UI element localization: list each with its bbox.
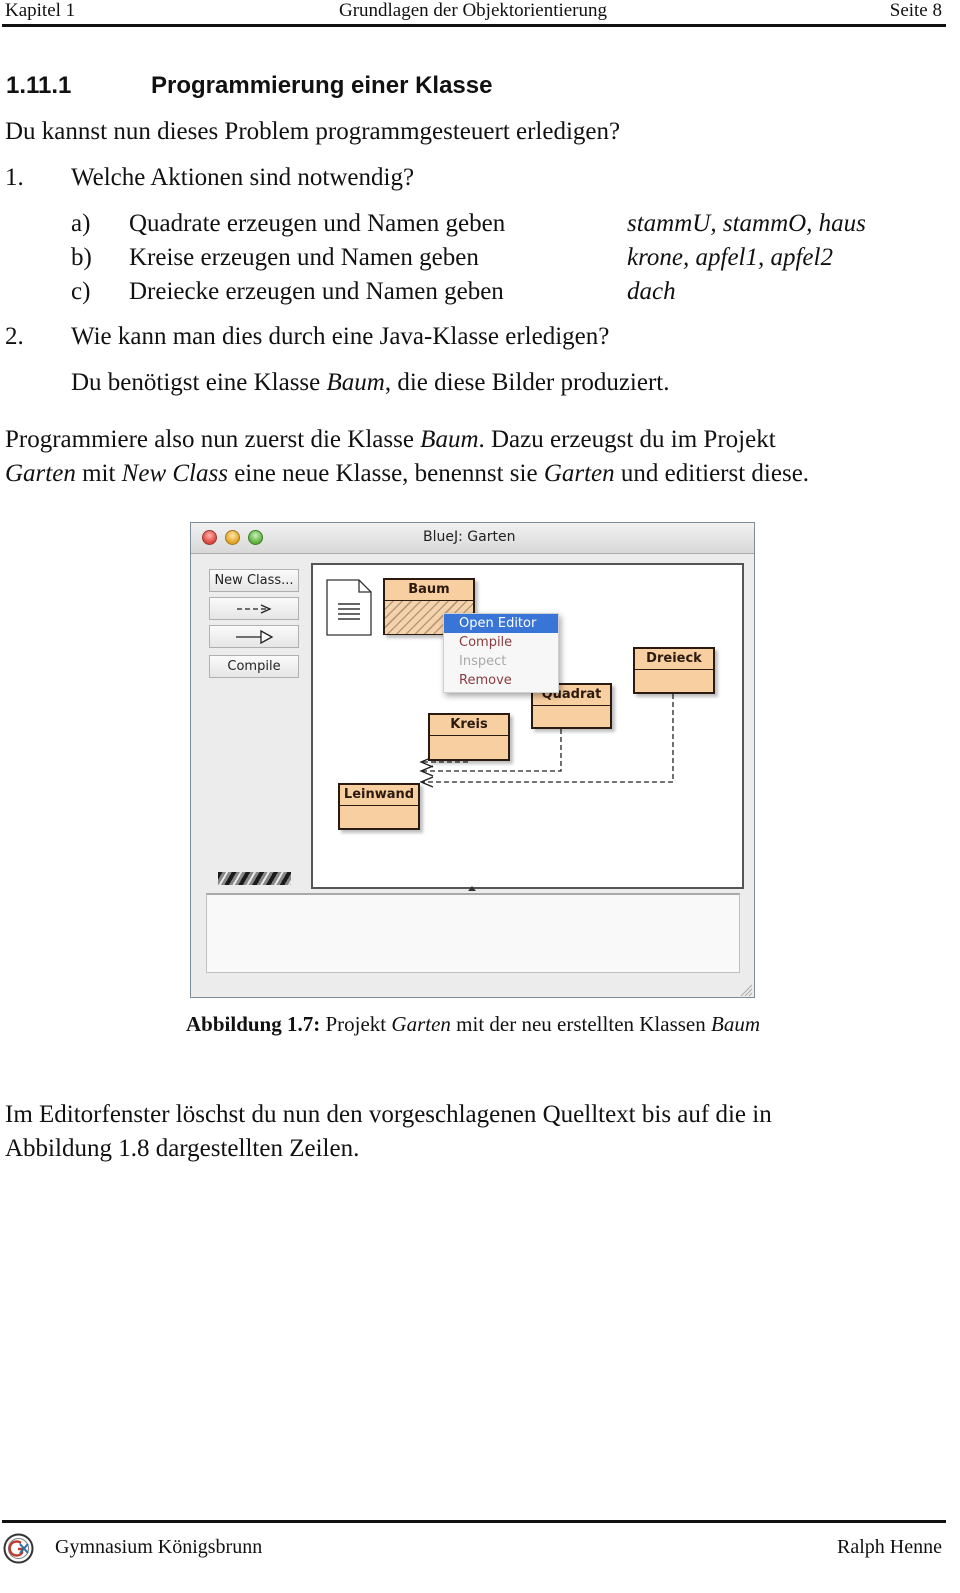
menu-item-compile[interactable]: Compile	[444, 633, 558, 652]
footer-author: Ralph Henne	[837, 1536, 942, 1558]
item-a-text: Quadrate erzeugen und Namen geben	[129, 210, 506, 237]
caption-text: Projekt	[320, 1012, 392, 1036]
menu-item-remove[interactable]: Remove	[444, 671, 558, 690]
footer-rule	[2, 1520, 946, 1523]
paragraph-1-line-1: Programmiere also nun zuerst die Klasse …	[5, 425, 776, 455]
class-kreis[interactable]: Kreis	[428, 713, 510, 761]
item-c-text: Dreiecke erzeugen und Namen geben	[129, 278, 504, 305]
class-name: Garten	[543, 460, 615, 487]
caption-class: Baum	[711, 1012, 760, 1036]
question-1-number: 1.	[5, 164, 24, 191]
question-1-text: Welche Aktionen sind notwendig?	[71, 164, 415, 191]
paragraph-2-line-1: Im Editorfenster löschst du nun den vorg…	[5, 1101, 772, 1128]
item-b-text: Kreise erzeugen und Namen geben	[129, 244, 479, 271]
readme-document-icon[interactable]	[326, 579, 374, 637]
caption-project: Garten	[391, 1012, 451, 1036]
resize-grip-icon[interactable]	[739, 983, 753, 997]
caption-label: Abbildung 1.7:	[186, 1012, 321, 1036]
split-handle-icon[interactable]	[468, 886, 476, 892]
solid-triangle-arrow-icon	[236, 629, 274, 645]
class-name: Baum	[420, 426, 479, 453]
text: eine neue Klasse, benennst sie	[227, 460, 544, 487]
question-2-text: Wie kann man dies durch eine Java-Klasse…	[71, 323, 610, 350]
figure-caption: Abbildung 1.7: Projekt Garten mit der ne…	[0, 1012, 946, 1037]
header-title: Grundlagen der Objektorientierung	[338, 0, 608, 21]
close-window-icon[interactable]	[202, 530, 217, 545]
header-rule	[2, 24, 946, 27]
answer-text: Du benötigst eine Klasse	[71, 369, 327, 396]
header-page-number: Seite 8	[889, 0, 942, 21]
school-logo-icon	[3, 1533, 34, 1564]
item-a-names: stammU, stammO, haus	[627, 210, 866, 237]
class-name: Kreis	[430, 715, 508, 736]
footer-school: Gymnasium Königsbrunn	[55, 1536, 263, 1558]
intro-text: Du kannst nun dieses Problem programmges…	[5, 118, 621, 145]
item-c-names: dach	[627, 278, 676, 305]
section-number: 1.11.1	[6, 72, 72, 99]
new-class-button[interactable]: New Class...	[209, 569, 299, 592]
bluej-window: BlueJ: Garten New Class... Compile Baum …	[190, 522, 755, 998]
object-bench[interactable]	[206, 893, 740, 973]
section-title: Programmierung einer Klasse	[151, 72, 493, 99]
text: mit	[75, 460, 122, 487]
question-2-number: 2.	[5, 323, 24, 350]
menu-command: New Class	[121, 460, 228, 487]
class-context-menu: Open Editor Compile Inspect Remove	[443, 613, 559, 693]
text: . Dazu erzeugst du im Projekt	[478, 426, 776, 453]
window-title: BlueJ: Garten	[423, 529, 516, 545]
window-titlebar[interactable]: BlueJ: Garten	[191, 523, 754, 554]
menu-item-open-editor[interactable]: Open Editor	[444, 614, 558, 633]
class-name: Dreieck	[635, 649, 713, 670]
text: und editierst diese.	[614, 460, 810, 487]
class-diagram-canvas[interactable]: Baum Dreieck Quadrat Kreis Leinwand Open…	[311, 563, 744, 889]
section-heading: 1.11.1 Programmierung einer Klasse	[6, 72, 492, 100]
item-b-names: krone, apfel1, apfel2	[627, 244, 833, 271]
question-2-answer: Du benötigst eine Klasse Baum, die diese…	[71, 368, 669, 398]
class-dreieck[interactable]: Dreieck	[633, 647, 715, 694]
text: Programmiere also nun zuerst die Klasse	[5, 426, 421, 453]
paragraph-2-line-2: Abbildung 1.8 dargestellten Zeilen.	[5, 1135, 360, 1162]
compile-button[interactable]: Compile	[209, 655, 299, 678]
project-name: Garten	[5, 460, 76, 487]
machine-activity-indicator	[218, 872, 291, 885]
item-b-label: b)	[71, 244, 92, 271]
class-name: Baum	[385, 580, 473, 601]
class-leinwand[interactable]: Leinwand	[338, 783, 420, 830]
dashed-arrow-icon	[237, 604, 272, 614]
zoom-window-icon[interactable]	[248, 530, 263, 545]
class-name: Leinwand	[340, 785, 418, 806]
uses-arrow-button[interactable]	[209, 597, 299, 620]
paragraph-1-line-2: Garten mit New Class eine neue Klasse, b…	[5, 459, 809, 489]
minimize-window-icon[interactable]	[225, 530, 240, 545]
answer-text-end: , die diese Bilder produziert.	[384, 369, 670, 396]
item-c-label: c)	[71, 278, 91, 305]
answer-class-name: Baum	[326, 369, 385, 396]
menu-item-inspect: Inspect	[459, 654, 507, 669]
caption-text: mit der neu erstellten Klassen	[450, 1012, 711, 1036]
inheritance-arrow-button[interactable]	[209, 625, 299, 648]
item-a-label: a)	[71, 210, 91, 237]
